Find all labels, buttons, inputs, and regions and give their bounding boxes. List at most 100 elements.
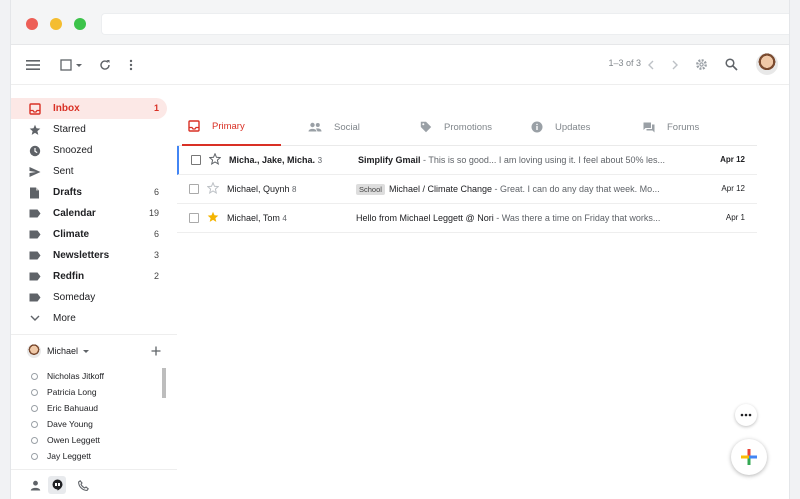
sidebar-item-label: Sent — [53, 166, 74, 177]
info-icon — [531, 121, 543, 133]
more-vert-icon[interactable] — [125, 57, 137, 73]
search-icon[interactable] — [723, 56, 739, 72]
sidebar-item-calendar[interactable]: Calendar 19 — [11, 203, 167, 224]
contact-item[interactable]: Patricia Long — [31, 384, 97, 400]
people-icon — [308, 122, 322, 132]
sidebar-item-drafts[interactable]: Drafts 6 — [11, 182, 167, 203]
tab-label: Social — [334, 121, 360, 133]
contact-name: Eric Bahuaud — [47, 403, 99, 413]
email-date: Apr 12 — [721, 184, 745, 193]
sender-names: Micha., Jake, Micha. — [229, 155, 316, 165]
inbox-icon — [188, 120, 200, 132]
hangouts-chat-icon[interactable] — [48, 476, 66, 494]
refresh-icon[interactable] — [97, 57, 113, 73]
sidebar-item-snoozed[interactable]: Snoozed — [11, 140, 167, 161]
main-menu-icon[interactable] — [25, 57, 41, 73]
email-row[interactable]: Micha., Jake, Micha. 3 Simplify Gmail - … — [177, 146, 757, 175]
label-icon — [28, 228, 41, 241]
draft-icon — [28, 186, 41, 199]
email-subject: Hello from Michael Leggett @ Nori — [356, 213, 494, 223]
star-outline-icon[interactable] — [206, 181, 220, 196]
select-all-checkbox[interactable] — [59, 57, 85, 73]
account-avatar[interactable] — [756, 53, 778, 75]
contact-name: Patricia Long — [47, 387, 97, 397]
contact-item[interactable]: Nicholas Jitkoff — [31, 368, 104, 384]
sidebar-item-newsletters[interactable]: Newsletters 3 — [11, 245, 167, 266]
sidebar-item-label: Calendar — [53, 208, 96, 219]
thread-count: 3 — [317, 156, 323, 165]
contact-name: Owen Leggett — [47, 435, 100, 445]
email-subject-line: School Michael / Climate Change - Great. … — [356, 184, 696, 195]
chevron-down-icon — [28, 312, 41, 325]
star-outline-icon[interactable] — [208, 152, 222, 167]
sidebar-item-climate[interactable]: Climate 6 — [11, 224, 167, 245]
tab-promotions[interactable]: Promotions — [420, 108, 492, 146]
tab-forums[interactable]: Forums — [643, 108, 699, 146]
contact-item[interactable]: Owen Leggett — [31, 432, 100, 448]
tab-primary[interactable]: Primary — [182, 108, 281, 146]
sidebar-item-someday[interactable]: Someday — [11, 287, 167, 308]
email-subject-line: Hello from Michael Leggett @ Nori - Was … — [356, 213, 696, 223]
label-chip[interactable]: School — [356, 184, 385, 195]
tab-updates[interactable]: Updates — [531, 108, 590, 146]
tab-social[interactable]: Social — [308, 108, 360, 146]
tag-icon — [420, 121, 432, 133]
phone-icon[interactable] — [74, 476, 92, 494]
email-subject: Simplify Gmail — [358, 155, 421, 165]
label-icon — [28, 207, 41, 220]
label-icon — [28, 291, 41, 304]
more-horiz-button[interactable] — [735, 404, 757, 426]
person-icon[interactable] — [26, 476, 44, 494]
contact-item[interactable]: Jay Leggett — [31, 448, 91, 464]
hangouts-bottom-bar — [11, 469, 177, 499]
contact-name: Nicholas Jitkoff — [47, 371, 105, 381]
sidebar-item-label: Drafts — [53, 187, 82, 198]
contact-item[interactable]: Eric Bahuaud — [31, 400, 98, 416]
row-checkbox[interactable] — [191, 155, 201, 165]
compose-button[interactable] — [731, 439, 767, 475]
more-horiz-icon — [740, 413, 752, 417]
row-checkbox[interactable] — [189, 213, 199, 223]
label-icon — [28, 249, 41, 262]
label-icon — [28, 270, 41, 283]
star-filled-icon[interactable] — [207, 211, 219, 225]
status-circle-icon — [31, 372, 38, 380]
chevron-left-icon[interactable] — [643, 57, 659, 73]
status-circle-icon — [31, 388, 38, 396]
chevron-right-icon[interactable] — [667, 57, 683, 73]
status-circle-icon — [31, 452, 38, 460]
minimize-window-button[interactable] — [50, 18, 62, 30]
email-row[interactable]: Michael, Tom 4 Hello from Michael Legget… — [177, 204, 757, 233]
sidebar-item-starred[interactable]: Starred — [11, 119, 167, 140]
sidebar-item-label: Redfin — [53, 271, 85, 282]
status-circle-icon — [31, 404, 38, 412]
contacts-scrollbar[interactable] — [162, 368, 166, 398]
browser-window: 1–3 of 3 Inbox 1 Starred Snoozed Sent Dr… — [10, 0, 790, 499]
sidebar-item-inbox[interactable]: Inbox 1 — [11, 98, 167, 119]
email-row[interactable]: Michael, Quynh 8 School Michael / Climate… — [177, 175, 757, 204]
address-bar[interactable] — [101, 13, 789, 35]
sidebar-item-label: Inbox — [53, 103, 80, 114]
sidebar-item-more[interactable]: More — [11, 308, 167, 329]
sidebar-item-count: 3 — [153, 250, 159, 260]
avatar — [27, 344, 41, 358]
category-tabs: Primary Social Promotions Updates Forums — [177, 108, 757, 146]
inbox-icon — [28, 102, 41, 115]
email-date: Apr 1 — [725, 213, 745, 222]
contact-name: Dave Young — [47, 419, 93, 429]
contacts-list: Nicholas Jitkoff Patricia Long Eric Bahu… — [11, 368, 177, 466]
maximize-window-button[interactable] — [74, 18, 86, 30]
sidebar-item-count: 1 — [153, 103, 159, 113]
email-snippet: - Great. I can do any day that week. Mo.… — [492, 184, 660, 194]
close-window-button[interactable] — [26, 18, 38, 30]
gear-icon[interactable] — [693, 56, 709, 72]
sidebar-item-redfin[interactable]: Redfin 2 — [11, 266, 167, 287]
compose-plus-icon — [741, 449, 757, 465]
row-checkbox[interactable] — [189, 184, 199, 194]
email-sender: Michael, Quynh 8 — [227, 184, 352, 194]
contact-item[interactable]: Dave Young — [31, 416, 93, 432]
sidebar-item-sent[interactable]: Sent — [11, 161, 167, 182]
add-contact-plus-icon[interactable] — [150, 345, 162, 357]
sidebar-item-label: Someday — [53, 292, 96, 303]
hangouts-user-name: Michael — [47, 346, 79, 356]
